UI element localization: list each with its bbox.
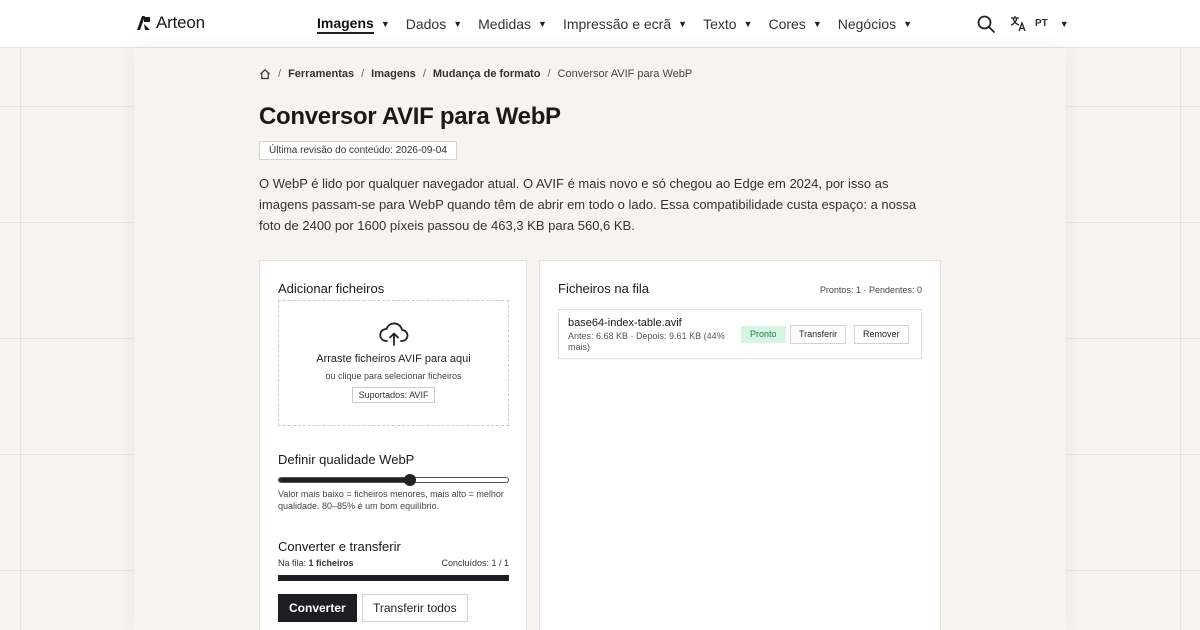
search-button[interactable]: [976, 14, 996, 34]
queue-status-summary: Prontos: 1 · Pendentes: 0: [819, 285, 922, 295]
nav-label: Cores: [768, 16, 806, 32]
supported-formats-badge: Suportados: AVIF: [351, 387, 436, 403]
file-list-item: base64-index-table.avif Antes: 6.68 KB ·…: [558, 309, 922, 359]
main-content: / Ferramentas / Imagens / Mudança de for…: [134, 48, 1066, 630]
slider-thumb[interactable]: [403, 474, 416, 486]
caret-down-icon: ▼: [743, 19, 753, 29]
done-count-text: Concluídos: 1 / 1: [441, 558, 509, 568]
nav-label: Medidas: [478, 16, 532, 32]
search-icon: [977, 15, 995, 33]
convert-heading: Converter e transferir: [278, 539, 401, 554]
language-selector[interactable]: PT ▼: [1010, 15, 1069, 32]
nav-item-medidas[interactable]: Medidas ▼: [478, 0, 547, 48]
language-code: PT: [1035, 18, 1048, 29]
download-all-button[interactable]: Transferir todos: [362, 594, 468, 622]
brand-logo[interactable]: Arteon: [136, 13, 205, 33]
nav-label: Imagens: [317, 15, 374, 34]
cloud-upload-icon: [378, 322, 408, 346]
nav-label: Dados: [405, 16, 447, 32]
caret-down-icon: ▼: [678, 19, 688, 29]
nav-item-dados[interactable]: Dados ▼: [406, 0, 462, 48]
breadcrumb-link[interactable]: Imagens: [371, 68, 416, 80]
dropzone-subtitle: ou clique para selecionar ficheiros: [325, 371, 462, 381]
file-dropzone[interactable]: Arraste ficheiros AVIF para aqui ou cliq…: [278, 300, 509, 426]
progress-fill: [278, 575, 509, 581]
nav-item-texto[interactable]: Texto ▼: [703, 0, 752, 48]
nav-item-cores[interactable]: Cores ▼: [768, 0, 821, 48]
breadcrumb-separator: /: [361, 68, 365, 80]
quality-heading: Definir qualidade WebP: [278, 452, 415, 467]
nav-label: Impressão e ecrã: [562, 16, 672, 32]
caret-down-icon: ▼: [903, 19, 913, 29]
breadcrumb-current: Conversor AVIF para WebP: [557, 68, 693, 80]
file-name: base64-index-table.avif: [568, 317, 682, 329]
caret-down-icon: ▼: [380, 19, 390, 29]
main-nav: Imagens ▼ Dados ▼ Medidas ▼ Impressão e …: [317, 0, 928, 48]
translate-icon: [1010, 16, 1026, 32]
queue-count-text: Na fila: 1 ficheiros: [278, 558, 354, 568]
queue-count-label: Na fila:: [278, 558, 309, 568]
breadcrumb-link[interactable]: Mudança de formato: [433, 68, 541, 80]
breadcrumb-link[interactable]: Ferramentas: [288, 68, 354, 80]
file-remove-button[interactable]: Remover: [854, 325, 909, 344]
page-title: Conversor AVIF para WebP: [259, 103, 561, 130]
upload-heading: Adicionar ficheiros: [278, 281, 385, 296]
breadcrumb-separator: /: [547, 68, 551, 80]
breadcrumb-separator: /: [278, 68, 282, 80]
brand-name: Arteon: [156, 13, 205, 32]
nav-item-impressao[interactable]: Impressão e ecrã ▼: [563, 0, 687, 48]
nav-item-imagens[interactable]: Imagens ▼: [317, 0, 390, 48]
revision-badge: Última revisão do conteúdo: 2026-09-04: [259, 141, 457, 160]
status-badge: Pronto: [741, 326, 786, 343]
caret-down-icon: ▼: [1059, 18, 1069, 29]
caret-down-icon: ▼: [453, 19, 463, 29]
quality-slider[interactable]: [278, 474, 509, 486]
dropzone-title: Arraste ficheiros AVIF para aqui: [316, 353, 471, 365]
upload-card: Adicionar ficheiros Arraste ficheiros AV…: [259, 260, 527, 630]
home-icon[interactable]: [259, 68, 271, 80]
arteon-logo-icon: [137, 16, 150, 30]
caret-down-icon: ▼: [538, 19, 547, 29]
top-header: Arteon Imagens ▼ Dados ▼ Medidas ▼ Impre…: [0, 0, 1200, 48]
queue-count-value: 1 ficheiros: [308, 558, 354, 568]
nav-label: Negócios: [837, 16, 897, 32]
quality-help-text: Valor mais baixo = ficheiros menores, ma…: [278, 489, 504, 511]
queue-heading: Ficheiros na fila: [558, 281, 650, 296]
conversion-progress-bar: [278, 575, 509, 581]
nav-label: Texto: [703, 16, 737, 32]
convert-stats: Na fila: 1 ficheiros Concluídos: 1 / 1: [278, 558, 509, 568]
file-size-info: Antes: 6.68 KB · Depois: 9.61 KB (44% ma…: [568, 331, 725, 352]
queue-card: Ficheiros na fila Prontos: 1 · Pendentes…: [539, 260, 941, 630]
slider-fill: [279, 478, 410, 482]
nav-item-negocios[interactable]: Negócios ▼: [838, 0, 912, 48]
convert-button[interactable]: Converter: [278, 594, 357, 622]
caret-down-icon: ▼: [812, 19, 822, 29]
file-download-button[interactable]: Transferir: [790, 325, 847, 344]
breadcrumb: / Ferramentas / Imagens / Mudança de for…: [259, 68, 692, 80]
intro-text: O WebP é lido por qualquer navegador atu…: [259, 176, 917, 233]
breadcrumb-separator: /: [422, 68, 426, 80]
